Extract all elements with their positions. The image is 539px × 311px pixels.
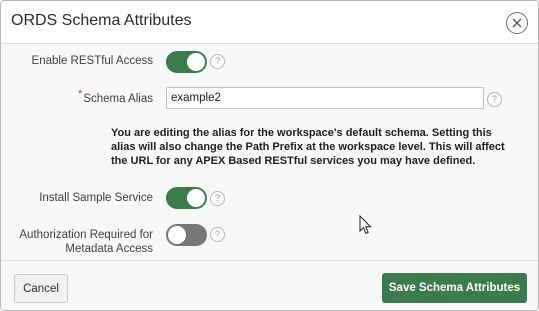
install-sample-toggle[interactable] [166,187,207,209]
auth-required-toggle[interactable] [166,224,207,246]
dialog-header: ORDS Schema Attributes [1,1,538,44]
toggle-knob [187,53,205,71]
help-icon[interactable]: ? [487,92,502,107]
schema-alias-label: Schema Alias [83,93,153,105]
save-schema-attributes-button[interactable]: Save Schema Attributes [382,273,527,303]
dialog-footer: Cancel Save Schema Attributes [1,260,538,310]
enable-restful-toggle[interactable] [166,51,207,73]
mouse-pointer-icon [359,215,372,235]
help-icon[interactable]: ? [210,227,225,242]
toggle-knob [168,226,186,244]
close-button[interactable] [506,12,528,34]
auth-required-label-line2: Metadata Access [65,243,153,255]
help-icon[interactable]: ? [210,54,225,69]
close-icon [512,18,522,28]
toggle-knob [187,189,205,207]
auth-required-label: Authorization Required for Metadata Acce… [11,228,153,256]
alias-notice-text: You are editing the alias for the worksp… [111,127,505,167]
cancel-button[interactable]: Cancel [14,274,68,303]
help-icon[interactable]: ? [210,191,225,206]
auth-required-label-line1: Authorization Required for [19,229,153,241]
install-sample-label: Install Sample Service [39,192,153,204]
ords-schema-dialog: ORDS Schema Attributes Enable RESTful Ac… [0,0,539,311]
schema-alias-input[interactable] [166,87,484,109]
dialog-title: ORDS Schema Attributes [11,12,192,29]
enable-restful-label: Enable RESTful Access [31,55,153,67]
